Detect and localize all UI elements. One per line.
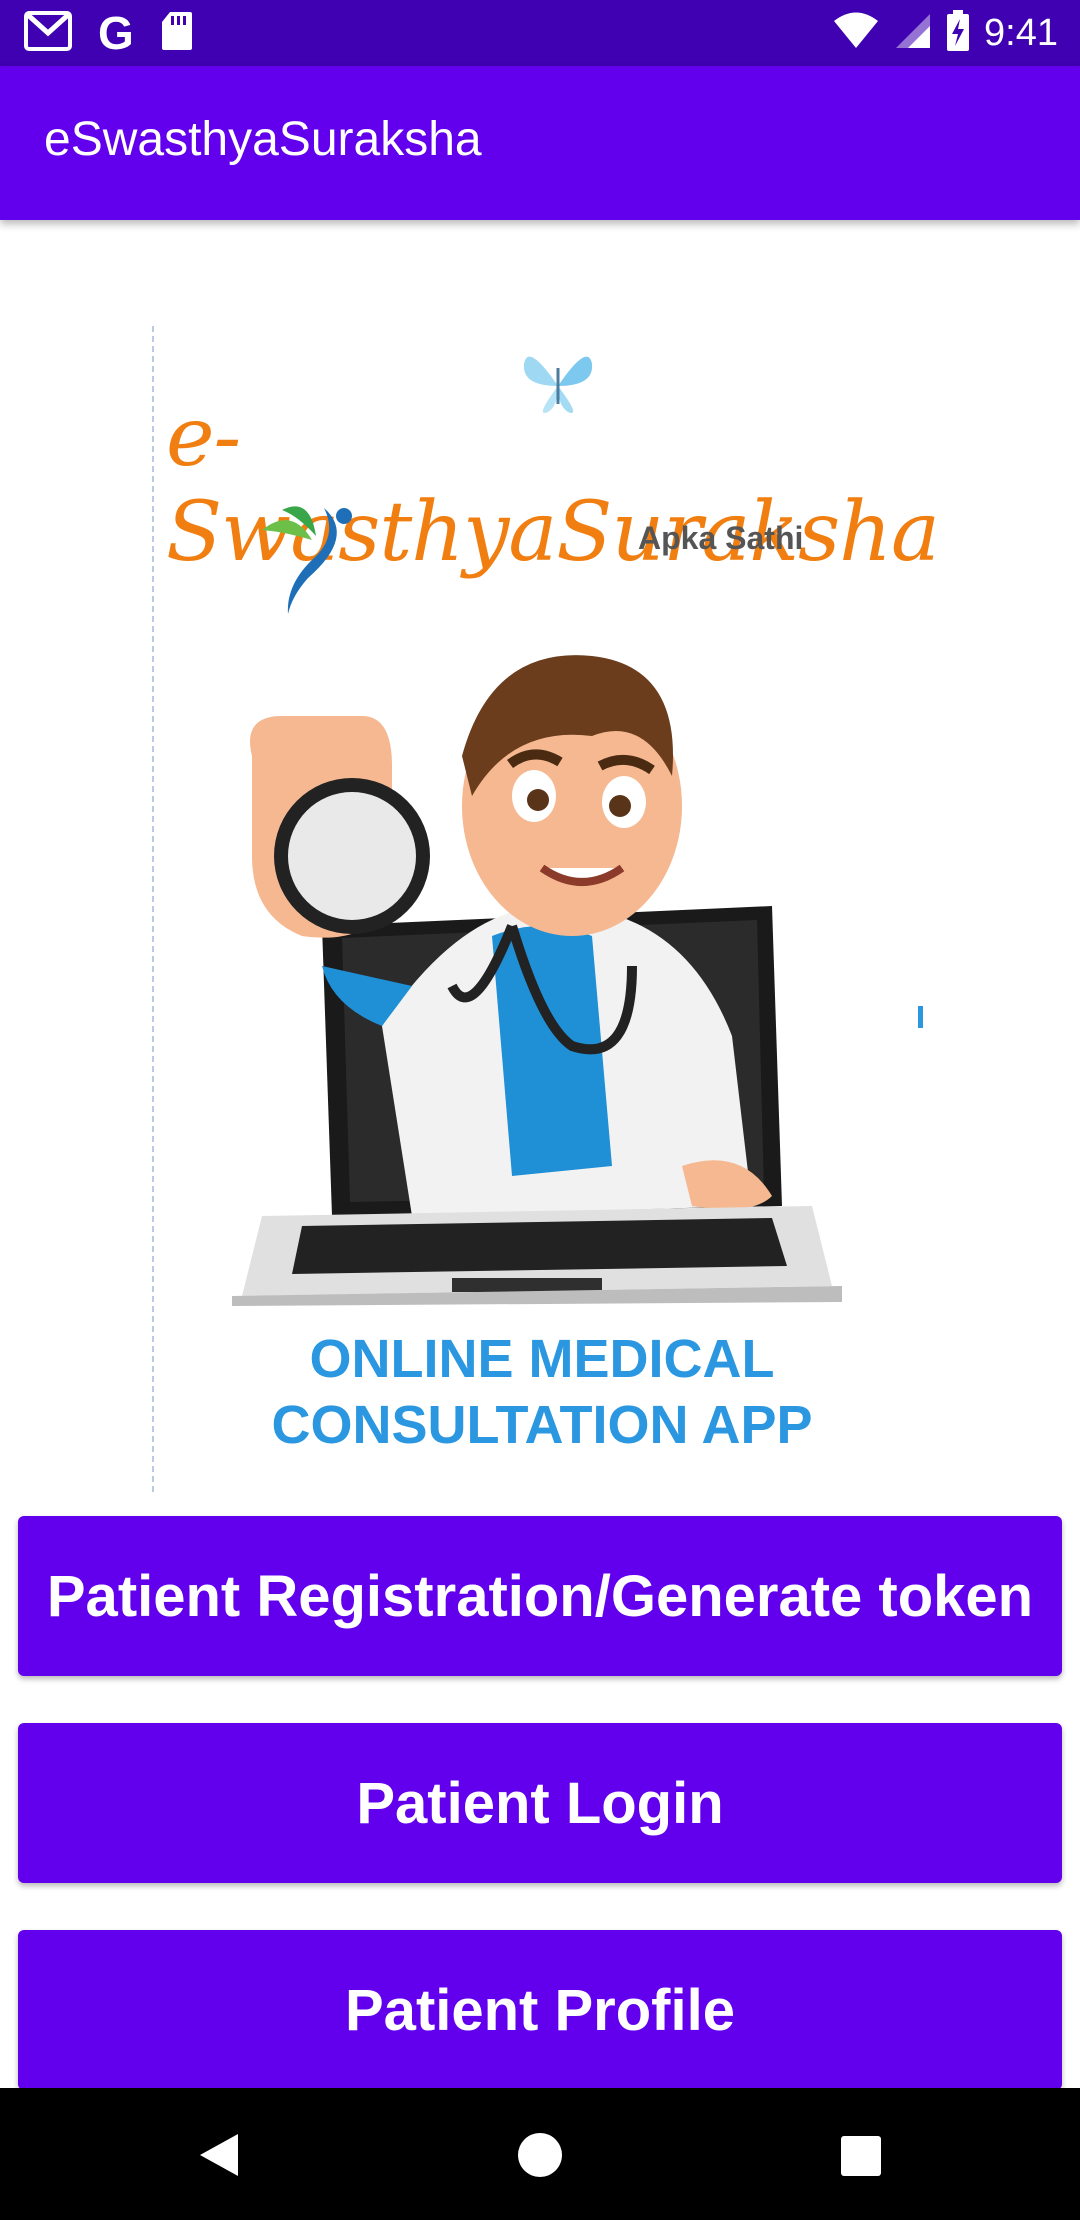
wifi-icon [832, 12, 880, 55]
home-icon[interactable] [516, 2131, 564, 2184]
sd-card-icon [160, 10, 194, 57]
patient-login-button[interactable]: Patient Login [18, 1723, 1062, 1883]
tagline: Apka Sathi [638, 520, 804, 556]
navigation-bar [0, 2088, 1080, 2220]
battery-charging-icon [946, 9, 970, 57]
gmail-icon [24, 10, 72, 56]
doctor-laptop-illustration [212, 606, 862, 1311]
splash-image: e-SwasthyaSuraksha Apka Sathi ONLINE MED… [152, 326, 940, 1492]
patient-profile-button[interactable]: Patient Profile [18, 1930, 1062, 2090]
blue-mark [918, 1006, 923, 1028]
caption-line-1: ONLINE MEDICAL [309, 1329, 775, 1389]
status-bar: G 9:41 [0, 0, 1080, 66]
google-icon: G [98, 7, 134, 59]
back-icon[interactable] [196, 2132, 242, 2183]
leaf-logo-icon [252, 496, 362, 621]
caption-line-2: CONSULTATION APP [271, 1395, 813, 1455]
recents-icon[interactable] [840, 2135, 882, 2182]
app-bar: eSwasthyaSuraksha [0, 66, 1080, 220]
caption: ONLINE MEDICAL CONSULTATION APP [192, 1326, 892, 1458]
signal-icon [894, 12, 932, 55]
status-time: 9:41 [984, 11, 1058, 54]
patient-registration-button[interactable]: Patient Registration/Generate token [18, 1516, 1062, 1676]
image-divider [152, 326, 154, 1492]
app-title: eSwasthyaSuraksha [44, 113, 482, 166]
